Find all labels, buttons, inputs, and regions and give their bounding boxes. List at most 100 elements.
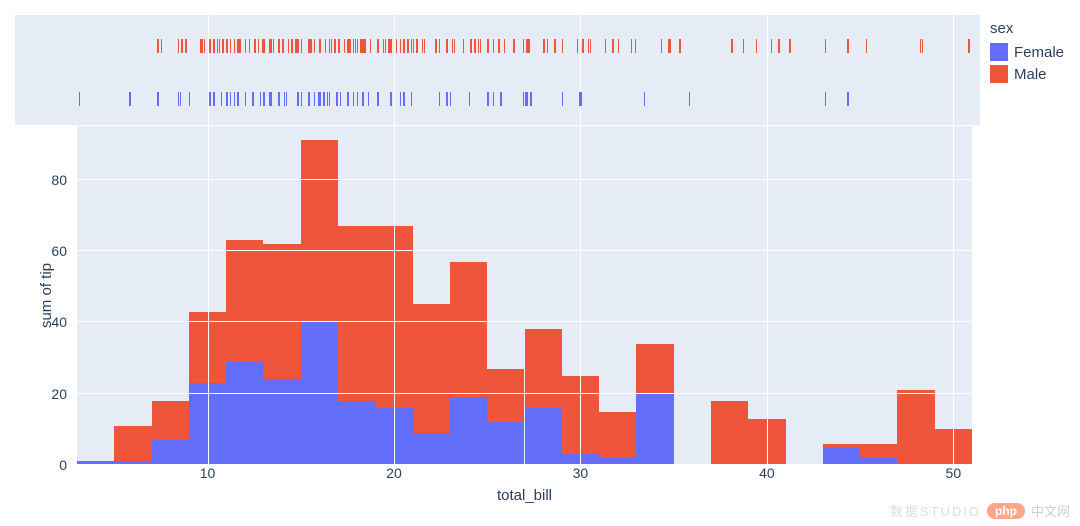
rug-tick-male[interactable] (487, 39, 489, 53)
rug-tick-male[interactable] (239, 39, 241, 53)
rug-tick-male[interactable] (543, 39, 545, 53)
rug-tick-female[interactable] (500, 92, 502, 106)
bar-male[interactable] (636, 344, 673, 394)
rug-tick-female[interactable] (411, 92, 413, 106)
rug-tick-male[interactable] (338, 39, 340, 53)
legend-item-male[interactable]: Male (990, 65, 1070, 83)
rug-tick-male[interactable] (226, 39, 228, 53)
rug-tick-male[interactable] (370, 39, 372, 53)
bar-female[interactable] (636, 394, 673, 465)
rug-tick-male[interactable] (254, 39, 256, 53)
rug-tick-male[interactable] (301, 39, 303, 53)
rug-tick-male[interactable] (424, 39, 426, 53)
rug-tick-male[interactable] (178, 39, 180, 53)
rug-tick-male[interactable] (263, 39, 265, 53)
bar-male[interactable] (301, 140, 338, 322)
bar-male[interactable] (114, 426, 151, 462)
rug-tick-female[interactable] (252, 92, 254, 106)
rug-tick-male[interactable] (403, 39, 405, 53)
rug-tick-male[interactable] (222, 39, 224, 53)
rug-tick-female[interactable] (301, 92, 303, 106)
rug-tick-female[interactable] (493, 92, 495, 106)
rug-tick-male[interactable] (504, 39, 506, 53)
rug-tick-male[interactable] (743, 39, 745, 53)
rug-tick-male[interactable] (230, 39, 232, 53)
rug-tick-male[interactable] (866, 39, 868, 53)
rug-tick-female[interactable] (400, 92, 402, 106)
bar-female[interactable] (525, 408, 562, 465)
rug-tick-male[interactable] (582, 39, 584, 53)
rug-tick-male[interactable] (325, 39, 327, 53)
rug-tick-male[interactable] (390, 39, 392, 53)
rug-tick-male[interactable] (679, 39, 681, 53)
rug-tick-male[interactable] (635, 39, 637, 53)
rug-tick-female[interactable] (644, 92, 646, 106)
rug-tick-female[interactable] (286, 92, 288, 106)
bar-female[interactable] (413, 433, 450, 465)
rug-tick-male[interactable] (245, 39, 247, 53)
rug-tick-male[interactable] (219, 39, 221, 53)
rug-tick-female[interactable] (213, 92, 215, 106)
rug-tick-male[interactable] (416, 39, 418, 53)
rug-tick-female[interactable] (180, 92, 182, 106)
rug-tick-male[interactable] (385, 39, 387, 53)
rug-tick-male[interactable] (344, 39, 346, 53)
rug-tick-male[interactable] (562, 39, 564, 53)
rug-tick-female[interactable] (230, 92, 232, 106)
bar-male[interactable] (487, 369, 524, 423)
bar-male[interactable] (450, 262, 487, 398)
rug-tick-female[interactable] (353, 92, 355, 106)
rug-tick-male[interactable] (258, 39, 260, 53)
rug-tick-male[interactable] (661, 39, 663, 53)
rug-tick-female[interactable] (825, 92, 827, 106)
rug-tick-female[interactable] (689, 92, 691, 106)
rug-tick-male[interactable] (590, 39, 592, 53)
rug-tick-male[interactable] (234, 39, 236, 53)
rug-tick-female[interactable] (189, 92, 191, 106)
rug-tick-female[interactable] (157, 92, 159, 106)
bar-male[interactable] (823, 444, 860, 448)
bar-male[interactable] (599, 412, 636, 458)
rug-tick-male[interactable] (288, 39, 290, 53)
rug-tick-male[interactable] (331, 39, 333, 53)
rug-tick-male[interactable] (400, 39, 402, 53)
rug-tick-female[interactable] (209, 92, 211, 106)
rug-tick-female[interactable] (226, 92, 228, 106)
rug-tick-female[interactable] (79, 92, 81, 106)
bar-male[interactable] (226, 240, 263, 361)
rug-tick-female[interactable] (580, 92, 582, 106)
rug-tick-male[interactable] (377, 39, 379, 53)
rug-tick-male[interactable] (968, 39, 970, 53)
rug-tick-male[interactable] (446, 39, 448, 53)
rug-tick-female[interactable] (340, 92, 342, 106)
rug-tick-male[interactable] (291, 39, 293, 53)
rug-tick-female[interactable] (263, 92, 265, 106)
rug-tick-male[interactable] (523, 39, 525, 53)
rug-tick-male[interactable] (357, 39, 359, 53)
rug-tick-male[interactable] (314, 39, 316, 53)
rug-tick-male[interactable] (513, 39, 515, 53)
rug-tick-male[interactable] (413, 39, 415, 53)
rug-tick-female[interactable] (260, 92, 262, 106)
rug-tick-male[interactable] (498, 39, 500, 53)
rug-tick-female[interactable] (377, 92, 379, 106)
rug-tick-male[interactable] (778, 39, 780, 53)
rug-tick-male[interactable] (364, 39, 366, 53)
bar-female[interactable] (152, 440, 189, 465)
bar-male[interactable] (711, 401, 748, 465)
rug-tick-male[interactable] (756, 39, 758, 53)
rug-tick-male[interactable] (825, 39, 827, 53)
bar-female[interactable] (823, 447, 860, 465)
rug-tick-male[interactable] (157, 39, 159, 53)
legend-item-female[interactable]: Female (990, 43, 1070, 61)
bar-male[interactable] (338, 226, 375, 401)
rug-tick-female[interactable] (347, 92, 349, 106)
bar-male[interactable] (152, 401, 189, 440)
rug-tick-male[interactable] (185, 39, 187, 53)
rug-tick-female[interactable] (469, 92, 471, 106)
rug-tick-male[interactable] (771, 39, 773, 53)
rug-tick-male[interactable] (618, 39, 620, 53)
bar-female[interactable] (487, 422, 524, 465)
rug-tick-male[interactable] (605, 39, 607, 53)
rug-tick-male[interactable] (528, 39, 530, 53)
